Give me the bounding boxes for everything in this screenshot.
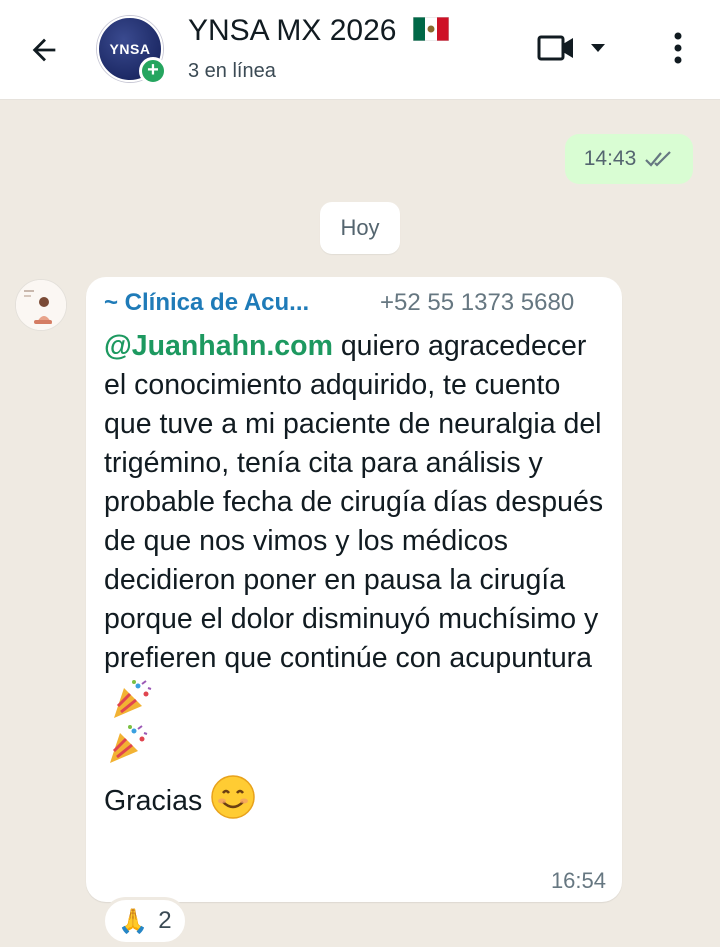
video-camera-icon <box>537 35 573 61</box>
video-call-button[interactable] <box>536 28 618 68</box>
folded-hands-emoji: 🙏 <box>118 907 149 935</box>
chat-header: YNSA + YNSA MX 2026 3 en línea <box>0 0 720 100</box>
party-popper-emoji <box>114 680 152 718</box>
group-avatar-text: YNSA <box>109 41 151 57</box>
date-separator: Hoy <box>320 202 400 254</box>
emoji-line <box>104 723 614 768</box>
sender-avatar[interactable] <box>15 279 67 331</box>
online-status: 3 en línea <box>188 60 276 82</box>
mention-link[interactable]: @Juanhahn.com <box>104 330 333 362</box>
reaction-badge[interactable]: 🙏 2 <box>102 897 188 945</box>
thanks-line: Gracias <box>104 774 614 821</box>
group-avatar-button[interactable]: YNSA + <box>97 16 167 86</box>
sender-avatar-image <box>16 280 66 330</box>
message-body: quiero agracedecer el conocimiento adqui… <box>104 330 604 674</box>
double-check-icon <box>645 151 672 167</box>
smiling-face-emoji <box>211 775 255 819</box>
outgoing-message[interactable]: 14:43 <box>565 134 693 184</box>
arrow-left-icon <box>32 38 56 62</box>
more-vertical-icon <box>674 32 682 64</box>
thanks-text: Gracias <box>104 785 203 817</box>
chat-title[interactable]: YNSA MX 2026 <box>188 14 449 48</box>
sender-phone[interactable]: +52 55 1373 5680 <box>380 289 574 317</box>
party-popper-emoji <box>110 725 148 763</box>
more-options-button[interactable] <box>660 26 696 70</box>
chevron-down-icon <box>591 44 605 52</box>
chat-title-text: YNSA MX 2026 <box>188 14 397 47</box>
add-participant-badge[interactable]: + <box>139 57 167 85</box>
incoming-message-bubble[interactable]: ~ Clínica de Acu... +52 55 1373 5680 @Ju… <box>86 277 622 902</box>
message-text: @Juanhahn.com quiero agracedecer el cono… <box>104 327 614 821</box>
message-time: 16:54 <box>550 868 606 893</box>
back-button[interactable] <box>22 28 66 72</box>
sender-name[interactable]: ~ Clínica de Acu... <box>104 289 309 317</box>
outgoing-message-time: 14:43 <box>583 147 637 170</box>
mexico-flag-icon <box>412 17 449 42</box>
reaction-count: 2 <box>158 907 172 934</box>
